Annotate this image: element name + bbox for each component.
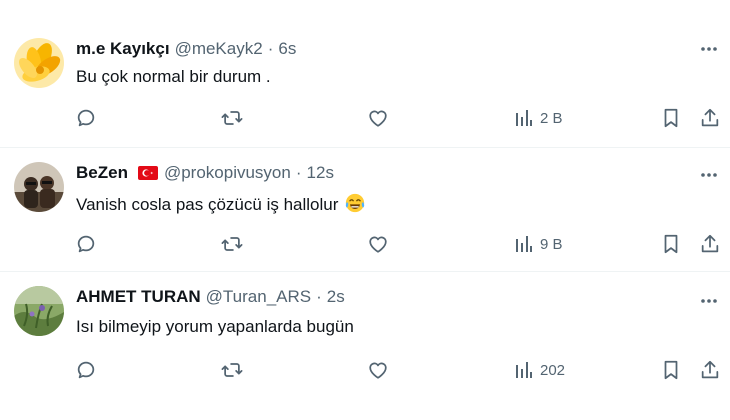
bookmark-button[interactable] [661,356,681,384]
tweet-header: m.e Kayıkçı @meKayk2 · 6s [76,38,296,60]
views-bar-chart-icon [516,236,532,252]
display-name[interactable]: BeZen [76,162,128,184]
views-count: 9 B [540,235,563,253]
tweet-header: AHMET TURAN @Turan_ARS · 2s [76,286,345,308]
retweet-icon [221,237,243,251]
more-options-button[interactable] [698,290,720,312]
tweet[interactable]: AHMET TURAN @Turan_ARS · 2s Isı bilmeyip… [0,272,730,420]
reply-icon [77,235,95,253]
retweet-icon [221,111,243,125]
separator: · [316,287,322,306]
more-dots-icon [701,173,717,177]
retweet-button[interactable] [220,230,244,258]
yellow-flower-avatar-icon [14,38,64,88]
action-bar: 2 B [0,104,730,132]
timestamp[interactable]: 6s [278,38,296,60]
bookmark-icon [664,234,678,254]
share-icon [701,360,719,379]
like-button[interactable] [367,356,389,384]
reply-button[interactable] [75,356,97,384]
more-dots-icon [701,299,717,303]
tweet-text: Vanish cosla pas çözücü iş hallolur [76,192,366,216]
tweet[interactable]: m.e Kayıkçı @meKayk2 · 6s Bu çok normal … [0,0,730,148]
more-dots-icon [701,47,717,51]
tweet-text-content: Vanish cosla pas çözücü iş hallolur [76,195,339,214]
share-icon [701,108,719,127]
views-bar-chart-icon [516,362,532,378]
views-count: 2 B [540,109,563,127]
more-options-button[interactable] [698,164,720,186]
tweet-header: BeZen @prokopivusyon · 12s [76,162,334,184]
views-button[interactable]: 2 B [514,104,563,132]
share-button[interactable] [699,356,721,384]
views-bar-chart-icon [516,110,532,126]
bookmark-button[interactable] [661,230,681,258]
bookmark-icon [664,360,678,380]
people-photo-avatar-icon [14,162,64,212]
share-button[interactable] [699,104,721,132]
bookmark-icon [664,108,678,128]
timestamp[interactable]: 12s [307,162,334,184]
like-button[interactable] [367,104,389,132]
views-count: 202 [540,361,566,379]
avatar[interactable] [14,162,64,212]
user-handle[interactable]: @prokopivusyon [164,162,291,184]
views-button[interactable]: 202 [514,356,565,384]
reply-icon [77,109,95,127]
reply-icon [77,361,95,379]
share-icon [701,234,719,253]
avatar[interactable] [14,38,64,88]
separator: · [267,39,274,58]
tweet[interactable]: BeZen @prokopivusyon · 12s Vanish cosla … [0,148,730,272]
tweet-text: Isı bilmeyip yorum yapanlarda bugün [76,317,354,336]
user-handle[interactable]: @meKayk2 [175,38,263,60]
face-with-tears-of-joy-icon [346,193,365,213]
tweet-feed: m.e Kayıkçı @meKayk2 · 6s Bu çok normal … [0,0,730,420]
more-options-button[interactable] [698,38,720,60]
heart-icon [369,362,387,379]
reply-button[interactable] [75,230,97,258]
retweet-button[interactable] [220,104,244,132]
action-bar: 9 B [0,230,730,258]
timestamp[interactable]: 2s [327,286,345,308]
share-button[interactable] [699,230,721,258]
reply-button[interactable] [75,104,97,132]
bookmark-button[interactable] [661,104,681,132]
nature-photo-avatar-icon [14,286,64,336]
tweet-text: Bu çok normal bir durum . [76,67,271,86]
heart-icon [369,110,387,127]
heart-icon [369,236,387,253]
user-handle[interactable]: @Turan_ARS [206,286,311,308]
display-name[interactable]: m.e Kayıkçı [76,38,170,60]
separator: · [295,163,302,182]
views-button[interactable]: 9 B [514,230,563,258]
like-button[interactable] [367,230,389,258]
retweet-button[interactable] [220,356,244,384]
display-name[interactable]: AHMET TURAN [76,286,201,308]
retweet-icon [221,363,243,377]
avatar[interactable] [14,286,64,336]
action-bar: 202 [0,356,730,384]
turkey-flag-icon [137,166,158,180]
